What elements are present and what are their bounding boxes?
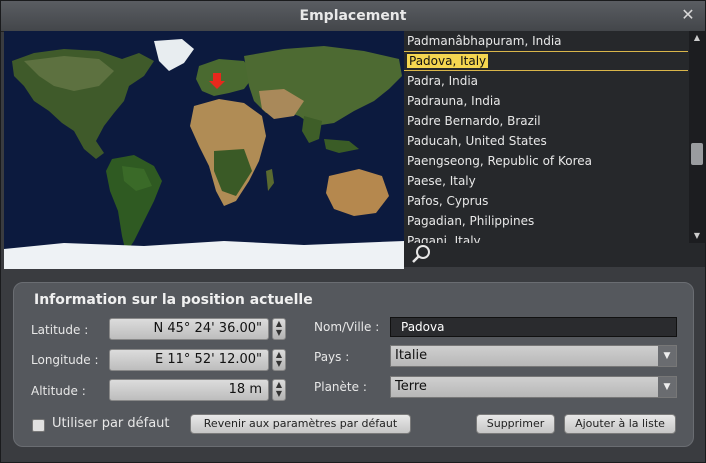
planet-select[interactable]: Terre ▼ bbox=[390, 376, 677, 398]
list-item[interactable]: Pafos, Cyprus bbox=[404, 191, 688, 211]
altitude-field[interactable]: 18 m bbox=[109, 379, 269, 401]
location-list-pane: Padmanâbhapuram, India Padova, Italy Pad… bbox=[404, 31, 705, 267]
chevron-down-icon: ▼ bbox=[658, 377, 676, 397]
default-checkbox-label: Utiliser par défaut bbox=[52, 416, 170, 431]
altitude-label: Altitude : bbox=[31, 384, 86, 398]
planet-label: Planète : bbox=[314, 380, 367, 394]
name-field[interactable]: Padova bbox=[390, 317, 677, 337]
latitude-label: Latitude : bbox=[31, 323, 89, 337]
list-item[interactable]: Pagadian, Philippines bbox=[404, 211, 688, 231]
scroll-down-icon[interactable]: ▼ bbox=[689, 229, 705, 243]
world-map[interactable] bbox=[4, 31, 404, 269]
delete-button[interactable]: Supprimer bbox=[476, 414, 555, 434]
add-to-list-button[interactable]: Ajouter à la liste bbox=[564, 414, 676, 434]
longitude-field[interactable]: E 11° 52' 12.00" bbox=[109, 349, 269, 371]
list-item[interactable]: Pagani, Italy bbox=[404, 231, 688, 243]
chevron-down-icon: ▼ bbox=[658, 346, 676, 366]
name-label: Nom/Ville : bbox=[314, 320, 380, 334]
default-checkbox[interactable] bbox=[32, 419, 45, 432]
window-title: Emplacement bbox=[299, 8, 407, 24]
longitude-label: Longitude : bbox=[31, 353, 99, 367]
list-item-selected[interactable]: Padova, Italy bbox=[404, 51, 688, 71]
list-scrollbar[interactable]: ▲ ▼ bbox=[689, 31, 705, 243]
list-item-label: Padova, Italy bbox=[407, 54, 489, 68]
close-icon[interactable]: ✕ bbox=[679, 6, 697, 24]
list-item[interactable]: Padra, India bbox=[404, 71, 688, 91]
longitude-stepper[interactable]: ▲ ▼ bbox=[272, 349, 286, 371]
list-item[interactable]: Paengseong, Republic of Korea bbox=[404, 151, 688, 171]
list-item[interactable]: Padmanâbhapuram, India bbox=[404, 31, 688, 51]
latitude-stepper[interactable]: ▲ ▼ bbox=[272, 318, 286, 340]
list-item[interactable]: Paducah, United States bbox=[404, 131, 688, 151]
location-window: Emplacement ✕ Padmanâbhapuram, India Pad… bbox=[0, 0, 706, 463]
title-bar: Emplacement ✕ bbox=[1, 1, 705, 32]
country-value: Italie bbox=[395, 348, 428, 363]
list-item[interactable]: Paese, Italy bbox=[404, 171, 688, 191]
country-label: Pays : bbox=[314, 350, 350, 364]
list-item[interactable]: Padre Bernardo, Brazil bbox=[404, 111, 688, 131]
country-select[interactable]: Italie ▼ bbox=[390, 345, 677, 367]
reset-defaults-button[interactable]: Revenir aux paramètres par défaut bbox=[190, 414, 411, 434]
list-item[interactable]: Padrauna, India bbox=[404, 91, 688, 111]
planet-value: Terre bbox=[395, 379, 427, 394]
current-position-panel: Information sur la position actuelle Lat… bbox=[13, 282, 694, 447]
scroll-up-icon[interactable]: ▲ bbox=[689, 31, 705, 45]
location-list[interactable]: Padmanâbhapuram, India Padova, Italy Pad… bbox=[404, 31, 688, 243]
altitude-stepper[interactable]: ▲ ▼ bbox=[272, 379, 286, 401]
latitude-field[interactable]: N 45° 24' 36.00" bbox=[109, 318, 269, 340]
panel-title: Information sur la position actuelle bbox=[34, 292, 313, 308]
search-icon[interactable] bbox=[410, 243, 432, 265]
scroll-thumb[interactable] bbox=[691, 143, 703, 165]
